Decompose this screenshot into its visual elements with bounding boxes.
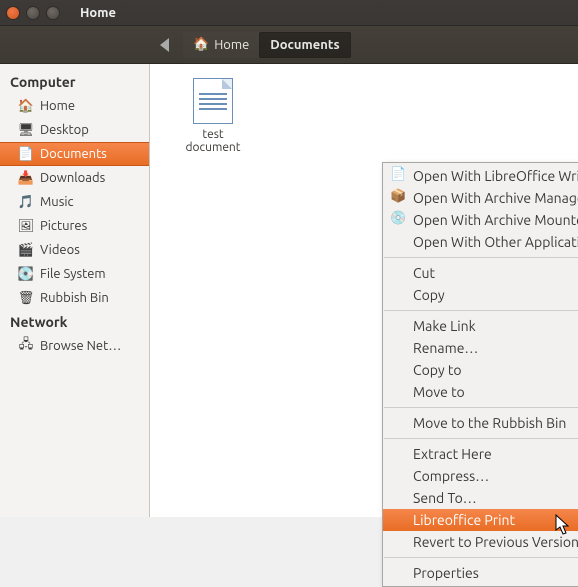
browse-net-icon: 🖧 — [18, 335, 34, 357]
menu-item-copy[interactable]: Copy — [383, 284, 578, 306]
window-title: Home — [80, 6, 116, 20]
sidebar-item-label: Music — [40, 195, 74, 209]
menu-item-label: Copy — [413, 287, 445, 303]
sidebar-item-rubbish[interactable]: 🗑 Rubbish Bin — [0, 286, 149, 310]
menu-item-lo-print[interactable]: Libreoffice Print — [383, 509, 578, 531]
maximize-window-button[interactable] — [46, 6, 60, 20]
pictures-icon: 🖼 — [18, 219, 34, 234]
mouse-cursor-icon — [555, 514, 571, 536]
minimize-window-button[interactable] — [26, 6, 40, 20]
menu-item-open-writer[interactable]: 📄 Open With LibreOffice Writer — [383, 165, 578, 187]
menu-item-label: Open With LibreOffice Writer — [413, 168, 578, 184]
breadcrumb-current[interactable]: Documents — [259, 32, 350, 58]
menu-item-compress[interactable]: Compress… — [383, 465, 578, 487]
close-window-button[interactable] — [6, 6, 20, 20]
file-pane[interactable]: test document 📄 Open With LibreOffice Wri… — [150, 64, 578, 517]
menu-item-open-archive-mgr[interactable]: 📦 Open With Archive Manager — [383, 187, 578, 209]
sidebar-item-label: Pictures — [40, 219, 87, 233]
menu-item-copy-to[interactable]: Copy to — [383, 359, 578, 381]
open-archive-mount-icon: 💿 — [390, 211, 406, 226]
menu-item-open-other[interactable]: Open With Other Application… — [383, 231, 578, 253]
sidebar-item-label: Rubbish Bin — [40, 291, 109, 305]
sidebar-item-music[interactable]: 🎵 Music — [0, 190, 149, 214]
filesystem-icon: 💽 — [18, 267, 34, 282]
titlebar: Home — [0, 0, 578, 26]
breadcrumb-label: Documents — [270, 38, 339, 52]
menu-item-label: Extract Here — [413, 446, 492, 462]
rubbish-icon: 🗑 — [18, 291, 34, 306]
menu-item-label: Move to the Rubbish Bin — [413, 415, 566, 431]
home-icon: 🏠 — [18, 99, 34, 114]
sidebar-item-browse-net[interactable]: 🖧 Browse Net… — [0, 334, 149, 358]
menu-item-revert[interactable]: Revert to Previous Version… — [383, 531, 578, 553]
menu-item-label: Cut — [413, 265, 435, 281]
menu-item-label: Make Link — [413, 318, 476, 334]
sidebar: Computer 🏠 Home 🖥 Desktop 📄 Documents 📥 Download… — [0, 64, 150, 517]
menu-item-properties[interactable]: Properties — [383, 562, 578, 584]
menu-item-rename[interactable]: Rename… — [383, 337, 578, 359]
open-archive-mgr-icon: 📦 — [390, 189, 406, 204]
sidebar-item-documents[interactable]: 📄 Documents — [0, 142, 149, 166]
menu-item-label: Libreoffice Print — [413, 512, 515, 528]
menu-item-label: Rename… — [413, 340, 478, 356]
desktop-icon: 🖥 — [18, 123, 34, 138]
menu-separator — [384, 407, 578, 408]
sidebar-item-label: Videos — [40, 243, 80, 257]
sidebar-item-filesystem[interactable]: 💽 File System — [0, 262, 149, 286]
menu-item-open-archive-mount[interactable]: 💿 Open With Archive Mounter — [383, 209, 578, 231]
menu-separator — [384, 557, 578, 558]
sidebar-section-header: Computer — [0, 70, 149, 94]
sidebar-item-label: Home — [40, 99, 75, 113]
sidebar-item-label: Downloads — [40, 171, 105, 185]
menu-item-make-link[interactable]: Make Link — [383, 315, 578, 337]
sidebar-item-videos[interactable]: 🎬 Videos — [0, 238, 149, 262]
menu-item-label: Properties — [413, 565, 479, 581]
breadcrumb-home[interactable]: 🏠 Home — [183, 32, 259, 58]
sidebar-item-label: File System — [40, 267, 106, 281]
sidebar-item-desktop[interactable]: 🖥 Desktop — [0, 118, 149, 142]
menu-item-label: Send To… — [413, 490, 477, 506]
menu-separator — [384, 257, 578, 258]
menu-item-label: Open With Archive Manager — [413, 190, 578, 206]
menu-item-label: Revert to Previous Version… — [413, 534, 578, 550]
sidebar-item-label: Desktop — [40, 123, 89, 137]
menu-item-label: Open With Other Application… — [413, 234, 578, 250]
sidebar-item-downloads[interactable]: 📥 Downloads — [0, 166, 149, 190]
menu-separator — [384, 310, 578, 311]
open-writer-icon: 📄 — [390, 167, 406, 182]
menu-item-trash[interactable]: Move to the Rubbish Bin — [383, 412, 578, 434]
path-toolbar: 🏠 Home Documents — [0, 26, 578, 64]
sidebar-item-pictures[interactable]: 🖼 Pictures — [0, 214, 149, 238]
menu-item-label: Copy to — [413, 362, 462, 378]
menu-item-extract[interactable]: Extract Here — [383, 443, 578, 465]
sidebar-item-label: Documents — [40, 147, 107, 161]
breadcrumb-label: Home — [214, 38, 249, 52]
sidebar-section-header: Network — [0, 310, 149, 334]
document-file-icon — [193, 78, 233, 124]
music-icon: 🎵 — [18, 195, 34, 210]
menu-item-label: Move to — [413, 384, 465, 400]
home-icon: 🏠 — [193, 37, 209, 52]
videos-icon: 🎬 — [18, 243, 34, 258]
menu-item-send-to[interactable]: Send To… — [383, 487, 578, 509]
menu-item-label: Compress… — [413, 468, 489, 484]
sidebar-item-label: Browse Net… — [40, 339, 121, 353]
file-name: test document — [178, 128, 248, 154]
menu-item-cut[interactable]: Cut — [383, 262, 578, 284]
back-button[interactable] — [160, 38, 169, 52]
menu-item-move-to[interactable]: Move to — [383, 381, 578, 403]
documents-icon: 📄 — [18, 147, 34, 162]
downloads-icon: 📥 — [18, 171, 34, 186]
menu-separator — [384, 438, 578, 439]
file-item[interactable]: test document — [178, 78, 248, 154]
context-menu: 📄 Open With LibreOffice Writer 📦 Open With … — [382, 162, 578, 587]
sidebar-item-home[interactable]: 🏠 Home — [0, 94, 149, 118]
menu-item-label: Open With Archive Mounter — [413, 212, 578, 228]
